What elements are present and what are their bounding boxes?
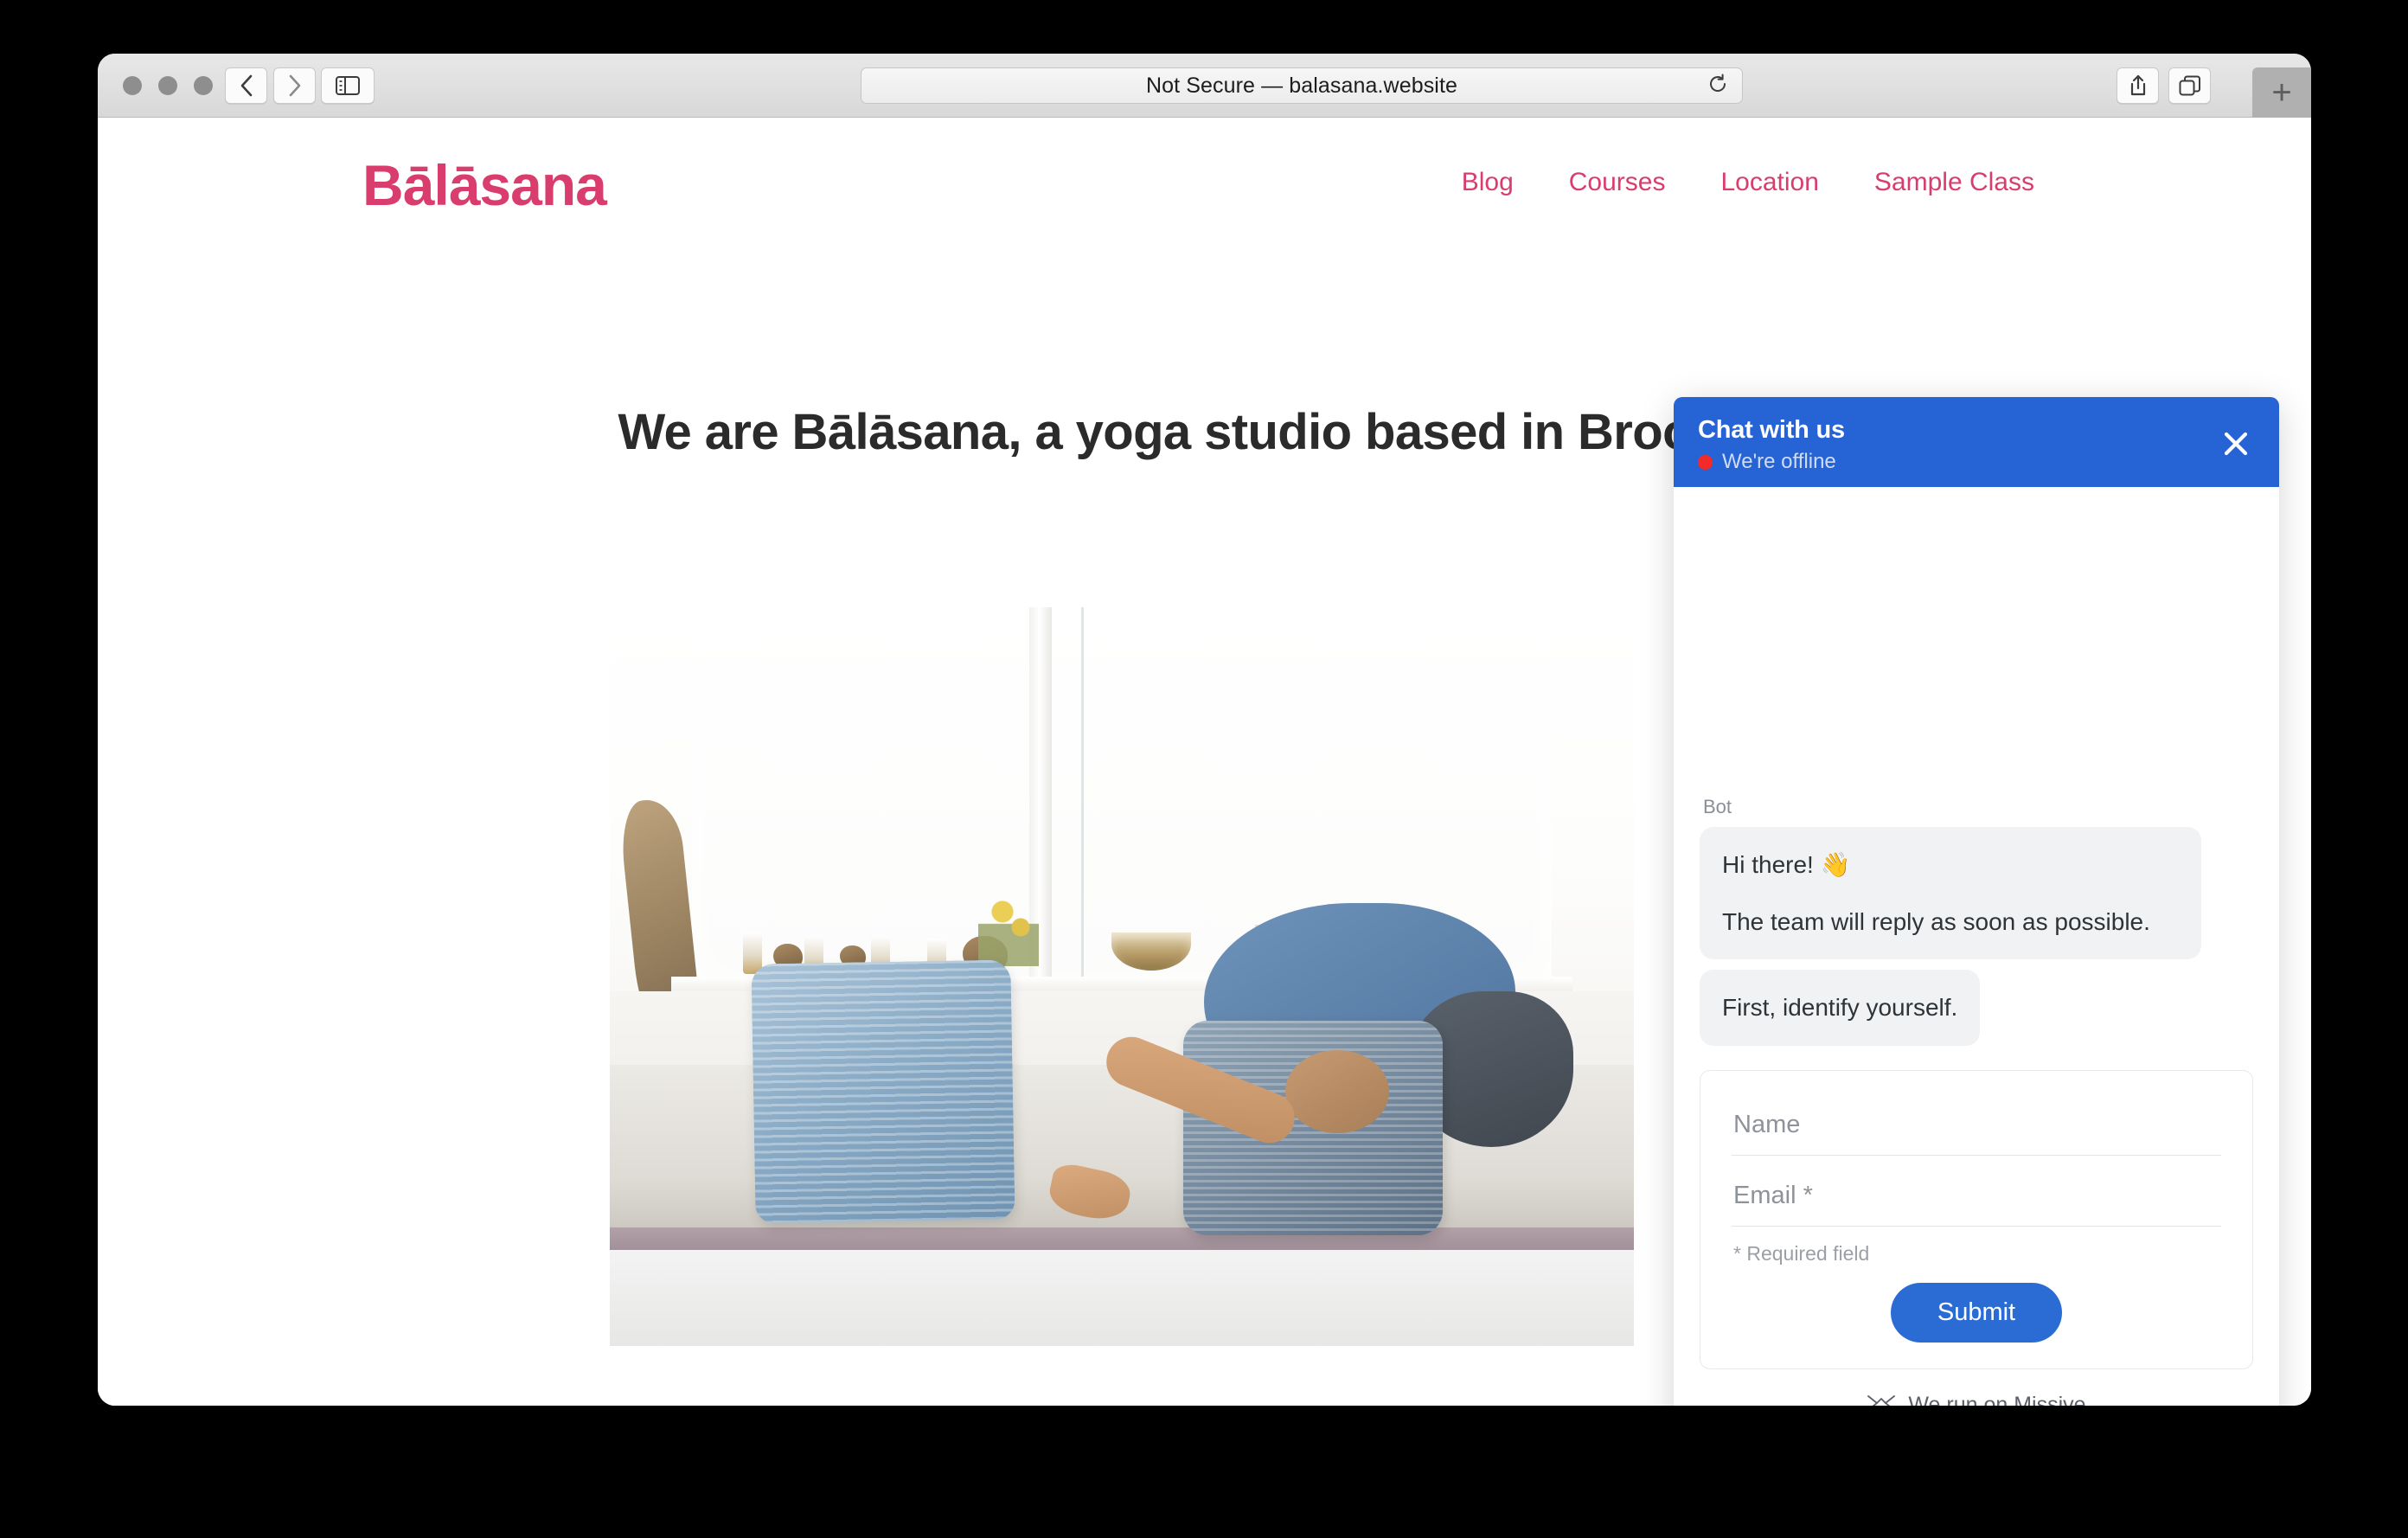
- chat-status: We're offline: [1698, 450, 2255, 474]
- window-traffic-lights: [123, 76, 213, 95]
- offline-status-dot-icon: [1698, 454, 1713, 470]
- close-icon: [2220, 428, 2251, 464]
- nav-link-courses[interactable]: Courses: [1569, 168, 1666, 197]
- email-input[interactable]: [1732, 1171, 2221, 1227]
- chat-message-bubble: First, identify yourself.: [1700, 970, 1981, 1046]
- submit-row: Submit: [1732, 1283, 2221, 1343]
- minimize-window-button[interactable]: [158, 76, 177, 95]
- hero-photo: [610, 607, 1634, 1346]
- share-button[interactable]: [2117, 67, 2159, 104]
- photo-bottle: [742, 932, 762, 974]
- site-logo[interactable]: Bālāsana: [362, 152, 607, 218]
- site-header: Bālāsana Blog Courses Location Sample Cl…: [98, 118, 2311, 221]
- identify-form: * Required field Submit: [1700, 1070, 2253, 1369]
- email-field-wrapper: [1732, 1171, 2221, 1227]
- chat-message-line: Hi there! 👋: [1722, 850, 1851, 878]
- toolbar-right-buttons: [2117, 67, 2211, 104]
- nav-link-sample-class[interactable]: Sample Class: [1874, 168, 2034, 197]
- photo-floor: [610, 1249, 1634, 1346]
- chevron-left-icon: [239, 74, 254, 97]
- name-input[interactable]: [1732, 1100, 2221, 1156]
- chat-widget: Chat with us We're offline Bot Hi there!…: [1674, 397, 2279, 1406]
- reload-button[interactable]: [1706, 74, 1730, 98]
- name-field-wrapper: [1732, 1100, 2221, 1156]
- missive-logo-icon: [1867, 1394, 1896, 1406]
- message-sender-label: Bot: [1703, 795, 1732, 817]
- address-bar[interactable]: Not Secure — balasana.website: [861, 67, 1743, 104]
- chat-message-line: First, identify yourself.: [1722, 994, 1958, 1022]
- maximize-window-button[interactable]: [194, 76, 213, 95]
- browser-toolbar: Not Secure — balasana.website +: [98, 54, 2311, 118]
- photo-window-glassline: [1080, 607, 1084, 992]
- submit-button[interactable]: Submit: [1890, 1283, 2063, 1343]
- tab-overview-icon: [2179, 75, 2201, 96]
- sidebar-toggle-button[interactable]: [321, 67, 375, 104]
- navigation-buttons: [225, 67, 316, 104]
- address-bar-text: Not Secure — balasana.website: [1145, 73, 1458, 98]
- photo-flowers: [978, 888, 1040, 966]
- chat-message-list: Bot Hi there! 👋 The team will reply as s…: [1674, 487, 2279, 1369]
- chat-widget-title: Chat with us: [1698, 416, 1845, 444]
- close-chat-button[interactable]: [2217, 426, 2255, 465]
- missive-footer-label: We run on Missive: [1908, 1392, 2086, 1407]
- sidebar-toggle-icon: [336, 76, 360, 95]
- plus-icon: +: [2271, 74, 2292, 112]
- required-field-note: * Required field: [1733, 1242, 1870, 1265]
- desktop-background: Not Secure — balasana.website + Bālāsana…: [0, 0, 2408, 1538]
- site-navigation: Blog Courses Location Sample Class: [1462, 168, 2034, 197]
- close-window-button[interactable]: [123, 76, 142, 95]
- reload-icon: [1707, 74, 1728, 99]
- new-tab-button[interactable]: +: [2252, 67, 2311, 118]
- chat-widget-footer[interactable]: We run on Missive: [1674, 1369, 2279, 1406]
- photo-cushion-left: [751, 959, 1015, 1224]
- chat-widget-header: Chat with us We're offline: [1674, 397, 2279, 487]
- back-button[interactable]: [225, 67, 267, 104]
- web-page-content: Bālāsana Blog Courses Location Sample Cl…: [98, 118, 2311, 1406]
- chevron-right-icon: [287, 74, 303, 97]
- browser-window: Not Secure — balasana.website + Bālāsana…: [98, 54, 2311, 1406]
- chat-status-text: We're offline: [1722, 450, 1836, 473]
- nav-link-location[interactable]: Location: [1720, 168, 1818, 197]
- forward-button[interactable]: [273, 67, 316, 104]
- share-icon: [2129, 74, 2148, 97]
- tab-overview-button[interactable]: [2168, 67, 2211, 104]
- nav-link-blog[interactable]: Blog: [1462, 168, 1514, 197]
- chat-message-line: The team will reply as soon as possible.: [1722, 907, 2150, 935]
- chat-message-bubble: Hi there! 👋 The team will reply as soon …: [1700, 826, 2201, 960]
